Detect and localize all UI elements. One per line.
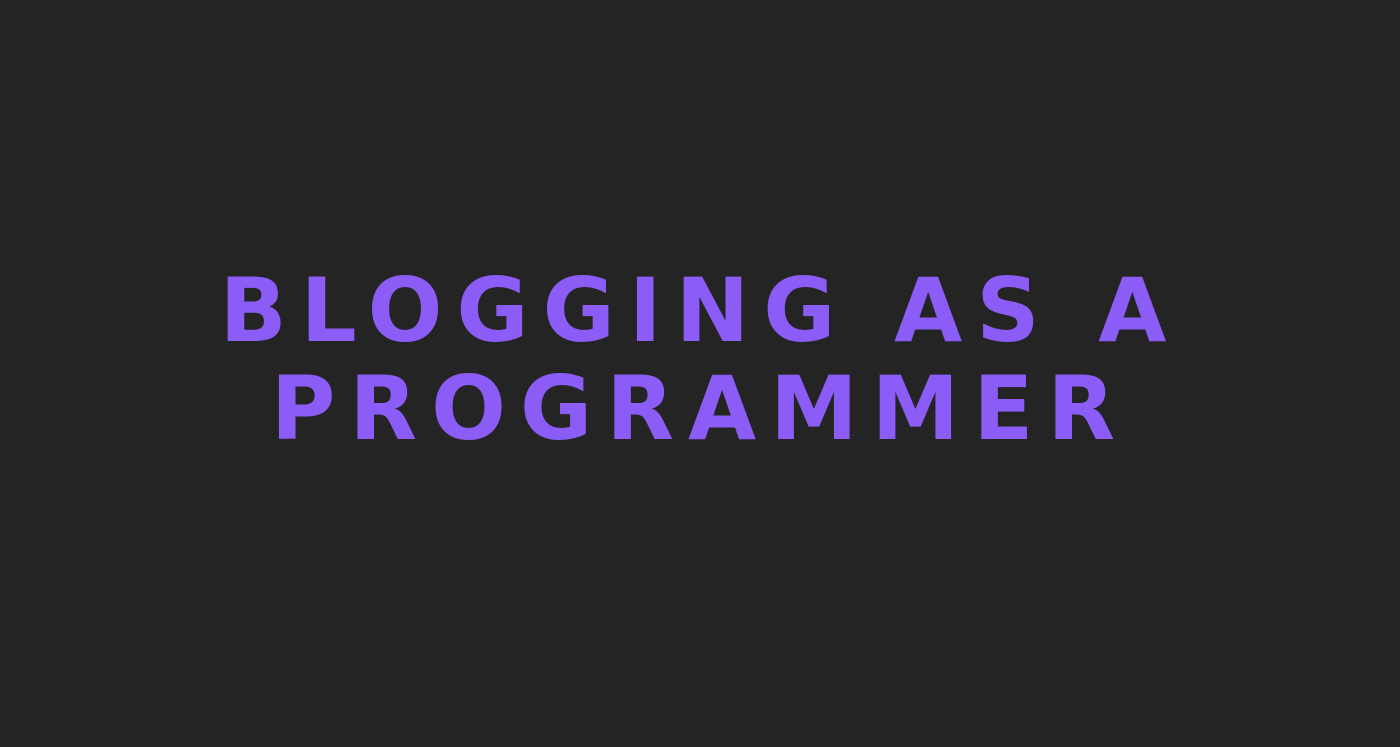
cover-image: BLOGGING AS A PROGRAMMER	[0, 0, 1400, 747]
headline-line-2: PROGRAMMER	[270, 357, 1130, 460]
headline: BLOGGING AS A PROGRAMMER	[0, 262, 1400, 458]
headline-line-1: BLOGGING AS A	[219, 259, 1181, 362]
